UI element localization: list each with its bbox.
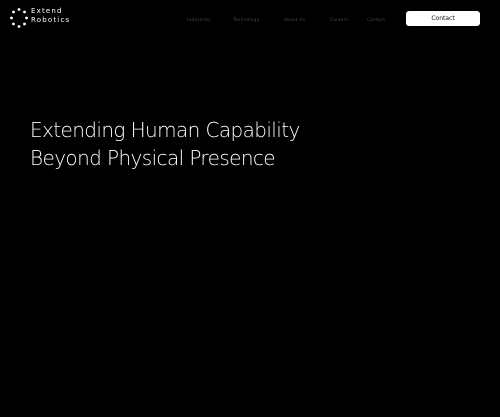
nav-item-technology[interactable]: Technology bbox=[233, 17, 259, 22]
dotted-circle-logo-icon bbox=[10, 8, 28, 28]
brand-logo-link[interactable]: Extend Robotics bbox=[9, 7, 79, 31]
brand-name-line2: Robotics bbox=[31, 16, 71, 24]
nav-item-about-us[interactable]: About Us bbox=[284, 17, 305, 22]
hero-heading-line1: Extending Human Capability bbox=[30, 118, 300, 142]
hero-section: Extending Human Capability Beyond Physic… bbox=[30, 116, 470, 172]
hero-heading: Extending Human Capability Beyond Physic… bbox=[30, 116, 470, 172]
nav-item-careers[interactable]: Careers bbox=[330, 17, 348, 22]
contact-button[interactable]: Contact bbox=[406, 11, 480, 26]
brand-name-line1: Extend bbox=[31, 7, 63, 15]
hero-heading-line2: Beyond Physical Presence bbox=[30, 146, 276, 170]
nav-item-contact[interactable]: Contact bbox=[367, 17, 385, 22]
site-header: Extend Robotics Industries Technology Ab… bbox=[0, 0, 500, 38]
brand-name: Extend Robotics bbox=[31, 7, 70, 25]
page: Extend Robotics Industries Technology Ab… bbox=[0, 0, 500, 417]
nav-item-industries[interactable]: Industries bbox=[187, 17, 211, 22]
